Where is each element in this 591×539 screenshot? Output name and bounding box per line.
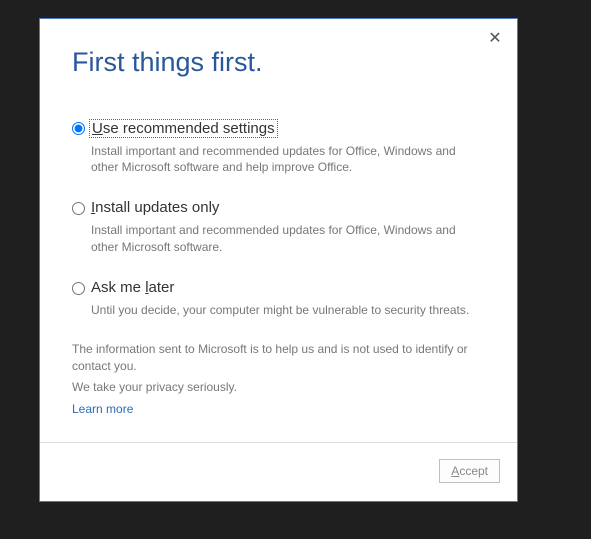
option-recommended[interactable]: Use recommended settings Install importa… [72, 119, 482, 175]
option-recommended-label: Use recommended settings [89, 119, 278, 138]
privacy-line2: We take your privacy seriously. [72, 379, 482, 396]
privacy-line1: The information sent to Microsoft is to … [72, 341, 482, 375]
radio-updates-only[interactable] [72, 202, 85, 215]
learn-more-link[interactable]: Learn more [72, 401, 482, 418]
button-bar: Accept [40, 442, 517, 501]
option-ask-later-desc: Until you decide, your computer might be… [91, 302, 481, 318]
dialog-title: First things first. [72, 47, 263, 78]
radio-recommended[interactable] [72, 122, 85, 135]
option-ask-later-label: Ask me later [91, 279, 174, 296]
option-updates-only-desc: Install important and recommended update… [91, 222, 481, 254]
close-icon[interactable]: ✕ [485, 29, 505, 49]
option-recommended-desc: Install important and recommended update… [91, 143, 481, 175]
options-group: Use recommended settings Install importa… [72, 119, 482, 342]
privacy-footer: The information sent to Microsoft is to … [72, 341, 482, 418]
option-updates-only-label: Install updates only [91, 199, 219, 216]
option-updates-only[interactable]: Install updates only Install important a… [72, 199, 482, 254]
first-things-first-dialog: ✕ First things first. Use recommended se… [39, 18, 518, 502]
option-ask-later[interactable]: Ask me later Until you decide, your comp… [72, 279, 482, 318]
radio-ask-later[interactable] [72, 282, 85, 295]
accept-button[interactable]: Accept [439, 459, 500, 483]
